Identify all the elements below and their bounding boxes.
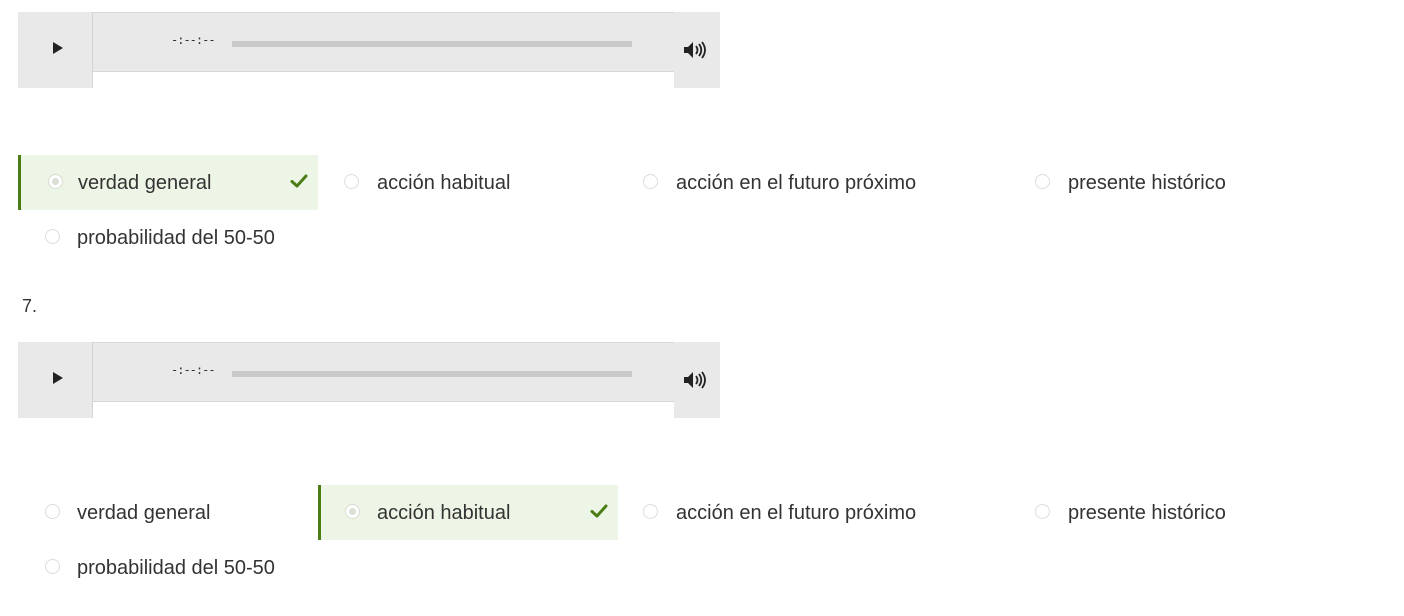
option-accion-habitual[interactable]: acción habitual (318, 155, 618, 210)
play-button[interactable] (18, 12, 93, 88)
volume-icon (684, 371, 706, 389)
option-probabilidad-50-50[interactable]: probabilidad del 50-50 (18, 210, 338, 265)
option-label: verdad general (77, 502, 211, 524)
play-icon (53, 372, 63, 384)
question-number: 7. (22, 296, 38, 316)
option-label: acción habitual (377, 502, 511, 524)
option-label: probabilidad del 50-50 (77, 227, 275, 249)
option-presente-historico[interactable]: presente histórico (1010, 155, 1310, 210)
play-icon (53, 42, 63, 54)
option-label: verdad general (78, 172, 212, 194)
radio-button[interactable] (643, 504, 658, 519)
audio-player: -:--:-- (18, 342, 720, 418)
play-button[interactable] (18, 342, 93, 418)
option-probabilidad-50-50[interactable]: probabilidad del 50-50 (18, 540, 338, 595)
checkmark-icon (290, 174, 308, 188)
option-verdad-general[interactable]: verdad general (18, 485, 318, 540)
option-label: probabilidad del 50-50 (77, 557, 275, 579)
option-label: presente histórico (1068, 502, 1226, 524)
radio-button[interactable] (1035, 504, 1050, 519)
option-accion-futuro-proximo[interactable]: acción en el futuro próximo (618, 485, 1010, 540)
time-display: -:--:-- (171, 363, 216, 377)
option-accion-futuro-proximo[interactable]: acción en el futuro próximo (618, 155, 1010, 210)
option-label: acción en el futuro próximo (676, 502, 917, 524)
radio-button[interactable] (45, 229, 60, 244)
radio-button[interactable] (1035, 174, 1050, 189)
option-verdad-general[interactable]: verdad general (18, 155, 318, 210)
radio-button[interactable] (45, 559, 60, 574)
progress-bar[interactable] (232, 41, 632, 47)
option-presente-historico[interactable]: presente histórico (1010, 485, 1310, 540)
option-label: acción en el futuro próximo (676, 172, 917, 194)
volume-button[interactable] (674, 12, 720, 88)
checkmark-icon (590, 504, 608, 518)
volume-button[interactable] (674, 342, 720, 418)
audio-player: -:--:-- (18, 12, 720, 88)
volume-icon (684, 41, 706, 59)
option-label: presente histórico (1068, 172, 1226, 194)
time-display: -:--:-- (171, 33, 216, 47)
radio-button[interactable] (345, 504, 360, 519)
option-label: acción habitual (377, 172, 511, 194)
radio-button[interactable] (48, 174, 63, 189)
radio-button[interactable] (344, 174, 359, 189)
radio-button[interactable] (45, 504, 60, 519)
progress-bar[interactable] (232, 371, 632, 377)
option-accion-habitual[interactable]: acción habitual (318, 485, 618, 540)
radio-button[interactable] (643, 174, 658, 189)
